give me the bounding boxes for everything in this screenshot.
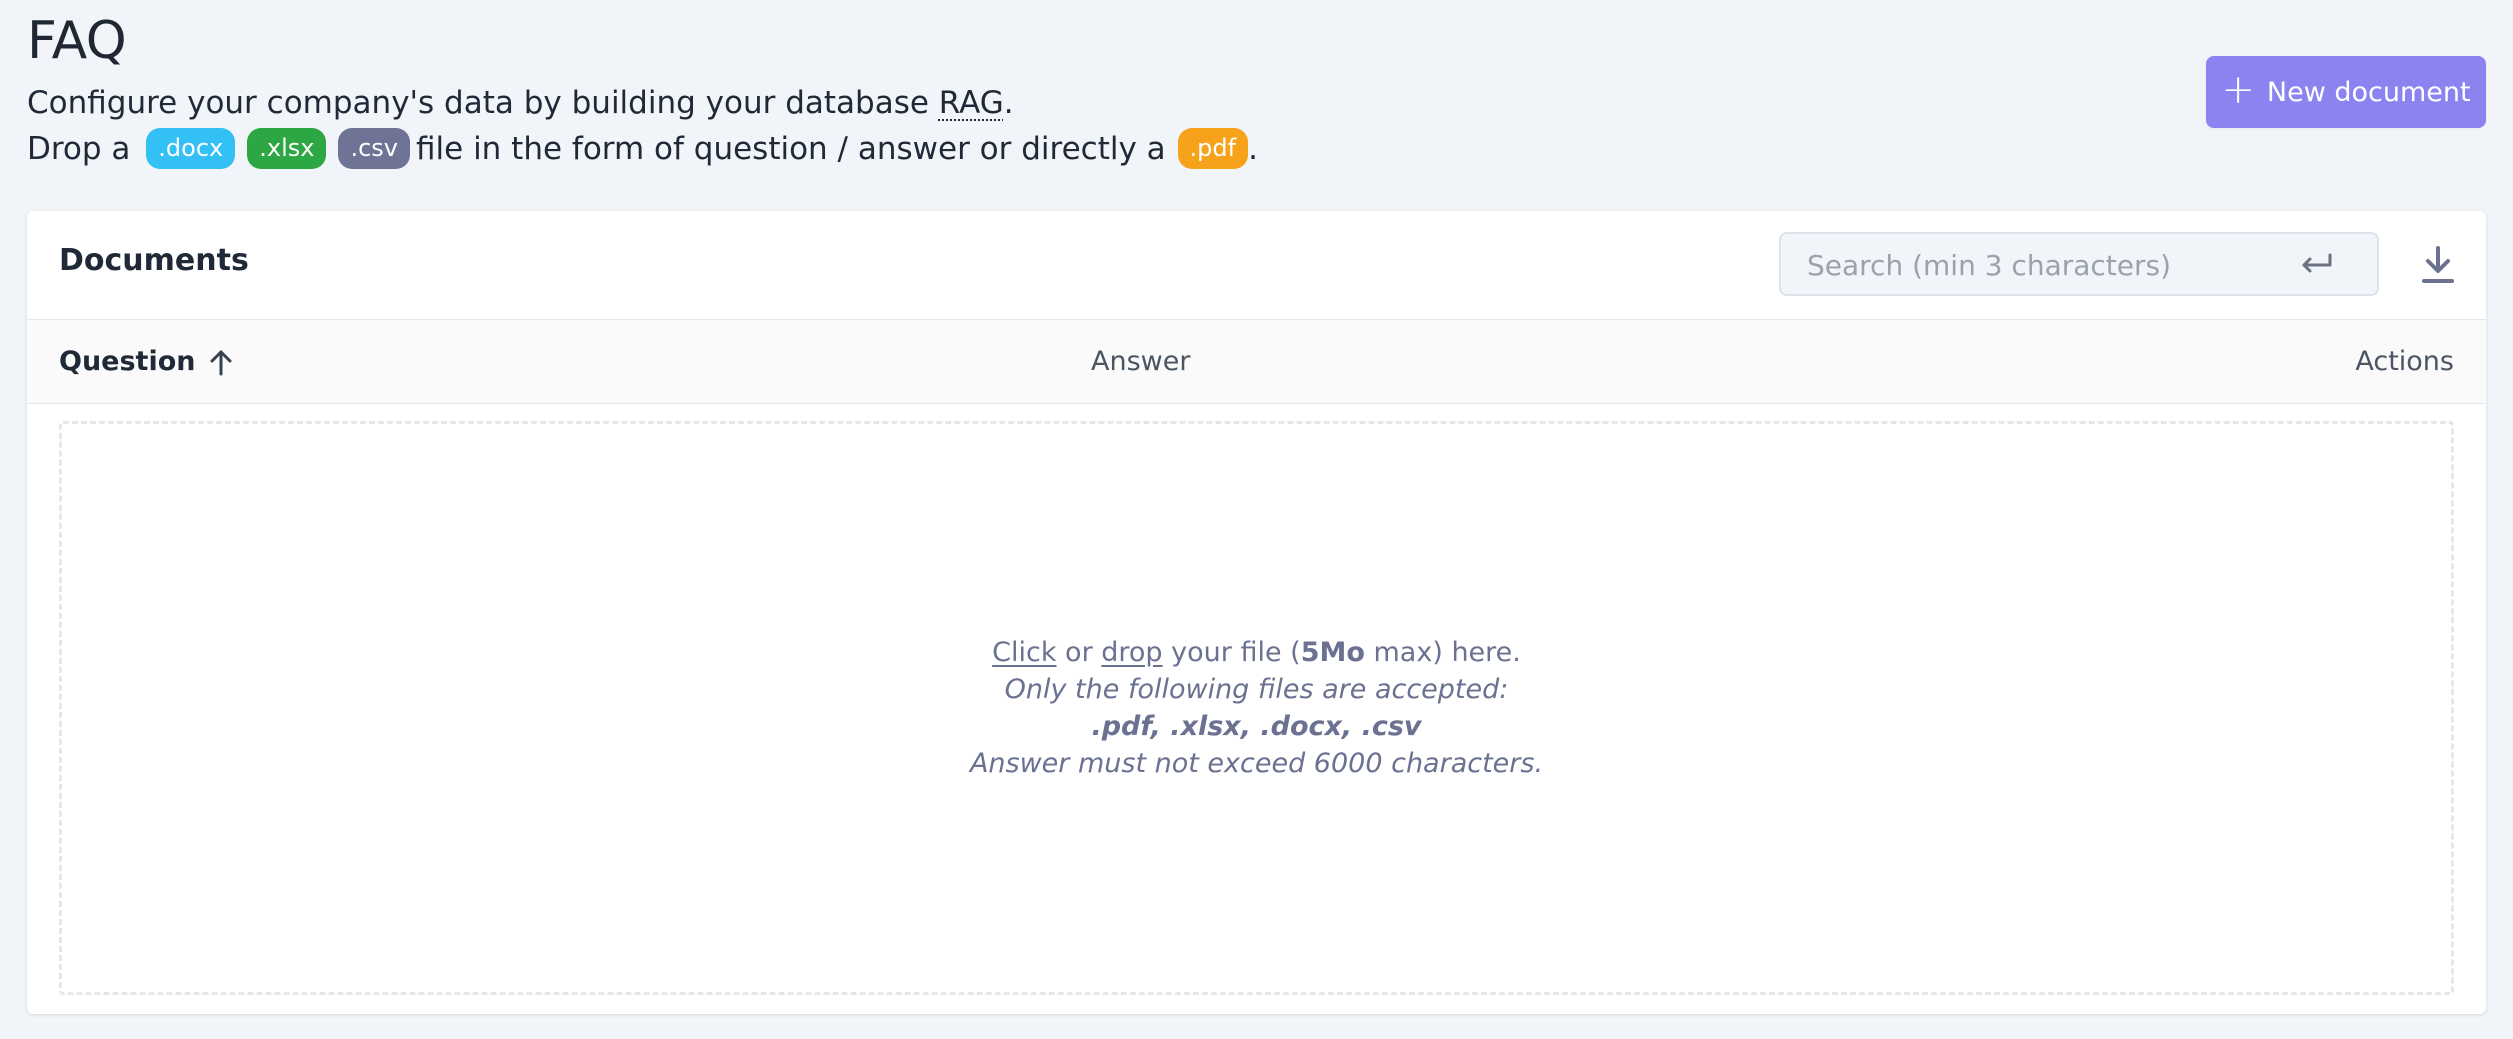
table-header: Question Answer Actions bbox=[27, 320, 2486, 404]
search-box bbox=[1779, 232, 2379, 296]
new-document-button[interactable]: + New document bbox=[2206, 56, 2486, 128]
drop-link[interactable]: drop bbox=[1101, 637, 1162, 668]
card-title: Documents bbox=[59, 243, 249, 278]
rag-abbreviation: RAG bbox=[938, 85, 1004, 121]
dropzone-max-here: max) here. bbox=[1364, 637, 1521, 668]
badge-pdf: .pdf bbox=[1177, 128, 1249, 169]
description-period: . bbox=[1003, 85, 1014, 121]
column-question-label: Question bbox=[59, 346, 196, 377]
description-text: Configure your company's data by buildin… bbox=[27, 85, 939, 121]
arrow-up-icon bbox=[210, 350, 231, 375]
documents-card: Documents Question Answer Actions Click … bbox=[27, 211, 2486, 1014]
page-title: FAQ bbox=[27, 11, 127, 71]
dropzone-or: or bbox=[1056, 637, 1102, 668]
drop-middle-text: file in the form of question / answer or… bbox=[416, 131, 1166, 167]
max-size: 5Mo bbox=[1300, 637, 1365, 668]
drop-instructions-line: Drop a .docx .xlsx .csv file in the form of… bbox=[27, 126, 2486, 172]
column-header-answer: Answer bbox=[1091, 346, 1191, 377]
accepted-file-types: .pdf, .xlsx, .docx, .csv bbox=[1091, 711, 1422, 742]
download-icon[interactable] bbox=[2420, 245, 2456, 285]
search-input[interactable] bbox=[1805, 234, 2289, 296]
description-line: Configure your company's data by buildin… bbox=[27, 80, 2486, 126]
card-header: Documents bbox=[27, 211, 2486, 320]
drop-prefix: Drop a bbox=[27, 131, 131, 167]
badge-csv: .csv bbox=[338, 128, 410, 169]
dropzone-your-file: your file ( bbox=[1162, 637, 1301, 668]
new-document-label: New document bbox=[2266, 76, 2471, 108]
column-header-actions: Actions bbox=[2355, 346, 2454, 377]
page-header: FAQ Configure your company's data by bui… bbox=[27, 8, 2486, 198]
file-dropzone[interactable]: Click or drop your file (5Mo max) here. … bbox=[59, 421, 2454, 995]
drop-period: . bbox=[1248, 131, 1258, 167]
enter-icon[interactable] bbox=[2299, 252, 2333, 278]
column-header-question[interactable]: Question bbox=[59, 346, 234, 377]
plus-icon: + bbox=[2221, 67, 2255, 113]
dropzone-line-1: Click or drop your file (5Mo max) here. bbox=[992, 634, 1521, 671]
answer-limit-line: Answer must not exceed 6000 characters. bbox=[969, 748, 1544, 779]
badge-xlsx: .xlsx bbox=[247, 128, 327, 169]
accepted-files-line: Only the following files are accepted: bbox=[1004, 674, 1509, 705]
click-link[interactable]: Click bbox=[992, 637, 1056, 668]
badge-docx: .docx bbox=[146, 128, 236, 169]
